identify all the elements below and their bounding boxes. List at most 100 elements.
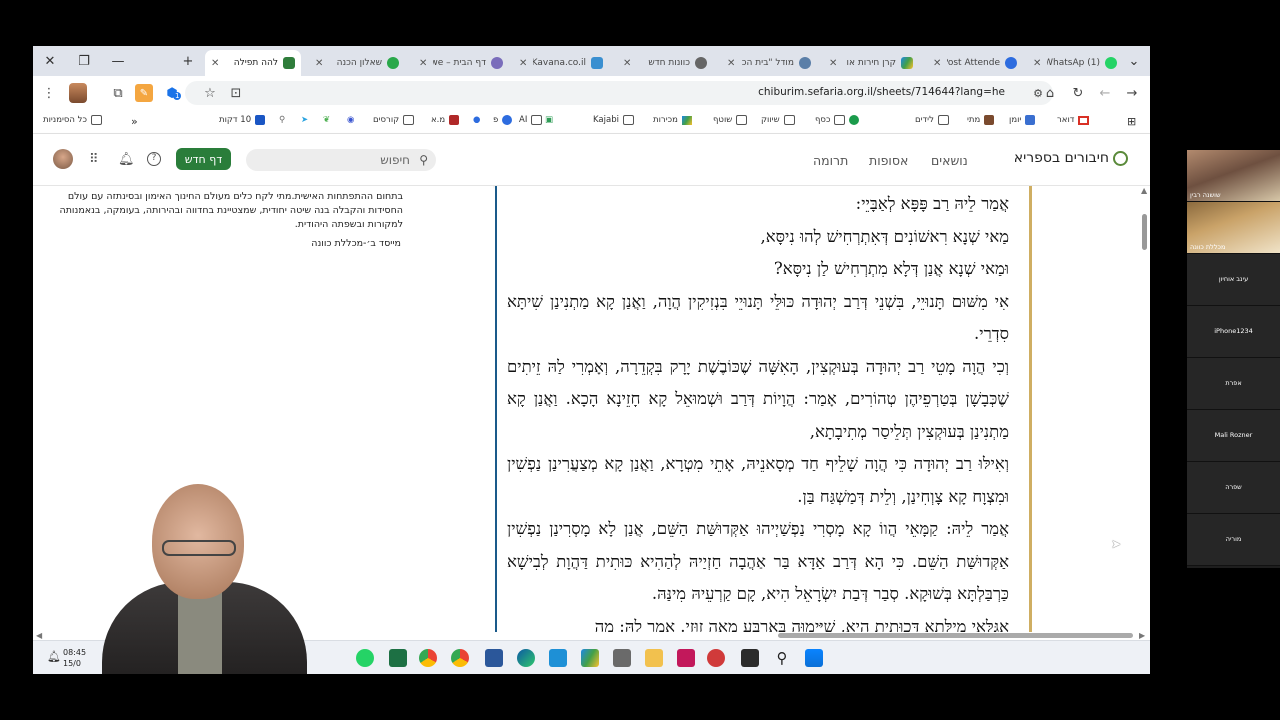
minimize-window-icon[interactable]: — xyxy=(101,46,135,76)
profile-avatar[interactable] xyxy=(69,83,87,103)
chrome-profile-icon[interactable] xyxy=(451,649,469,667)
extension-badge-icon[interactable]: ⬢ 1 xyxy=(163,84,182,102)
bookmark-marketing[interactable]: שיווק xyxy=(761,115,795,125)
zoom-icon[interactable]: ● xyxy=(473,115,480,125)
nav-donate[interactable]: תרומה xyxy=(813,153,848,168)
chrome-icon[interactable] xyxy=(419,649,437,667)
edge-icon[interactable] xyxy=(517,649,535,667)
close-tab-icon[interactable]: ✕ xyxy=(1033,58,1041,69)
tab-strip: ✕ ❐ — + להה תפילה ✕ שאלון הכנה ✕ דף הבית… xyxy=(33,46,1150,76)
vertical-scrollbar[interactable]: ▲ xyxy=(1139,186,1150,634)
close-tab-icon[interactable]: ✕ xyxy=(419,58,427,69)
close-tab-icon[interactable]: ✕ xyxy=(829,58,837,69)
new-sheet-button[interactable]: דף חדש xyxy=(176,148,231,170)
restore-window-icon[interactable]: ❐ xyxy=(67,46,101,76)
bookmark-money[interactable]: כסף xyxy=(815,115,860,125)
close-tab-icon[interactable]: ✕ xyxy=(315,58,323,69)
back-icon[interactable]: → xyxy=(1123,84,1141,102)
scroll-right-icon[interactable]: ▶ xyxy=(1139,631,1145,640)
bookmark-mail[interactable]: דואר xyxy=(1057,115,1090,125)
bookmark-ma[interactable]: מ.א xyxy=(431,115,460,125)
bookmark-p[interactable]: פ xyxy=(493,115,513,125)
participant-tile[interactable]: אפרת xyxy=(1187,358,1280,410)
telegram-icon[interactable]: ➤ xyxy=(301,115,308,125)
tab-search-icon[interactable]: ⌄ xyxy=(1119,46,1149,76)
user-avatar[interactable] xyxy=(53,149,73,169)
site-logo[interactable]: חיבורים בספריא xyxy=(1014,150,1128,166)
notifications-bell-icon[interactable]: 🔔︎ xyxy=(118,152,135,167)
close-tab-icon[interactable]: ✕ xyxy=(211,58,219,69)
close-tab-icon[interactable]: ✕ xyxy=(623,58,631,69)
tab-4[interactable]: Kavana.co.il ✕ xyxy=(513,50,609,76)
word-icon[interactable] xyxy=(485,649,503,667)
address-bar[interactable]: ☆ ⊡ chiburim.sefaria.org.il/sheets/71464… xyxy=(185,81,1053,105)
bookmark-kajabi[interactable]: Kajabi xyxy=(593,115,634,125)
help-icon[interactable]: ? xyxy=(147,152,161,166)
bookmark-leads[interactable]: לידים xyxy=(915,115,949,125)
bookmark-all[interactable]: כל הסימניות xyxy=(43,115,102,125)
chatgpt-icon[interactable]: ◉ xyxy=(347,115,354,125)
participant-tile[interactable]: מכללת כוונה xyxy=(1187,202,1280,254)
windows-start-icon[interactable] xyxy=(805,649,823,667)
close-tab-icon[interactable]: ✕ xyxy=(933,58,941,69)
close-tab-icon[interactable]: ✕ xyxy=(727,58,735,69)
calculator-icon[interactable] xyxy=(613,649,631,667)
participant-tile[interactable]: עינב אוחיון xyxy=(1187,254,1280,306)
tab-2[interactable]: שאלון הכנה ✕ xyxy=(309,50,405,76)
participant-tile[interactable]: Mali Rozner xyxy=(1187,410,1280,462)
apps-grid-icon[interactable]: ⊞ xyxy=(1127,115,1136,128)
bookmark-sales[interactable]: מכירות xyxy=(653,115,692,125)
horizontal-scroll-thumb[interactable] xyxy=(778,633,1133,638)
file-explorer-icon[interactable] xyxy=(645,649,663,667)
site-green-icon[interactable]: ▣ xyxy=(545,115,553,125)
whatsapp-icon[interactable] xyxy=(356,649,374,667)
bookmark-10-min[interactable]: 10 דקות xyxy=(219,115,266,125)
close-window-icon[interactable]: ✕ xyxy=(33,46,67,76)
apps-grid-icon[interactable]: ⠿ xyxy=(89,152,99,167)
tab-8[interactable]: Post Attende ✕ xyxy=(927,50,1023,76)
bookmark-ongoing[interactable]: שוטף xyxy=(713,115,748,125)
tab-3[interactable]: דף הבית – we ✕ xyxy=(413,50,509,76)
bookmark-calendar[interactable]: יומן xyxy=(1009,115,1036,125)
reload-icon[interactable]: ↻ xyxy=(1069,84,1087,102)
nav-collections[interactable]: אסופות xyxy=(869,153,908,168)
search-taskbar-icon[interactable]: ⚲ xyxy=(773,649,791,667)
tab-6[interactable]: מודל "בית הכ ✕ xyxy=(721,50,817,76)
close-tab-icon[interactable]: ✕ xyxy=(519,58,527,69)
tab-7[interactable]: קרן חירות או ✕ xyxy=(823,50,919,76)
snipping-tool-icon[interactable] xyxy=(677,649,695,667)
excel-icon[interactable] xyxy=(389,649,407,667)
leaf-icon[interactable]: ❦ xyxy=(323,115,330,125)
bookmark-ai[interactable]: AI xyxy=(519,115,543,125)
bookmark-star-icon[interactable]: ☆ xyxy=(201,84,219,102)
more-bookmarks-icon[interactable]: « xyxy=(131,115,138,128)
notification-center-icon[interactable]: 🔔︎ xyxy=(47,650,61,663)
vertical-scroll-thumb[interactable] xyxy=(1142,214,1147,250)
participant-tile[interactable]: שפרה xyxy=(1187,462,1280,514)
menu-dots-icon[interactable]: ⋮ xyxy=(40,84,58,102)
tab-1[interactable]: להה תפילה ✕ xyxy=(205,50,301,76)
new-tab-icon[interactable]: + xyxy=(171,46,205,76)
pin-icon[interactable]: ⚲ xyxy=(279,115,285,125)
notepad-icon[interactable] xyxy=(549,649,567,667)
search-input[interactable]: ⚲ חיפוש xyxy=(246,149,436,171)
scroll-up-icon[interactable]: ▲ xyxy=(1141,186,1147,195)
home-icon[interactable]: ⌂ xyxy=(1041,84,1059,102)
bookmark-matti[interactable]: מתי xyxy=(967,115,995,125)
extensions-icon[interactable]: ⧉ xyxy=(109,84,127,102)
scroll-left-icon[interactable]: ◀ xyxy=(36,631,42,640)
tab-9[interactable]: (1) WhatsAp ✕ xyxy=(1027,50,1123,76)
zoom-app-icon[interactable] xyxy=(707,649,725,667)
terminal-icon[interactable] xyxy=(741,649,759,667)
install-app-icon[interactable]: ⊡ xyxy=(227,84,245,102)
participant-tile[interactable]: מוריה xyxy=(1187,514,1280,566)
tab-5[interactable]: כוונות חדש ✕ xyxy=(617,50,713,76)
nav-topics[interactable]: נושאים xyxy=(931,153,968,168)
google-drive-icon[interactable] xyxy=(581,649,599,667)
participant-tile[interactable]: iPhone1234 xyxy=(1187,306,1280,358)
bookmark-courses[interactable]: קורסים xyxy=(373,115,415,125)
tab-title: מודל "בית הכ xyxy=(741,58,794,68)
participant-tile[interactable]: שושנה רבין xyxy=(1187,150,1280,202)
forward-icon[interactable]: ← xyxy=(1096,84,1114,102)
extension-pencil-icon[interactable]: ✎ xyxy=(135,84,153,102)
